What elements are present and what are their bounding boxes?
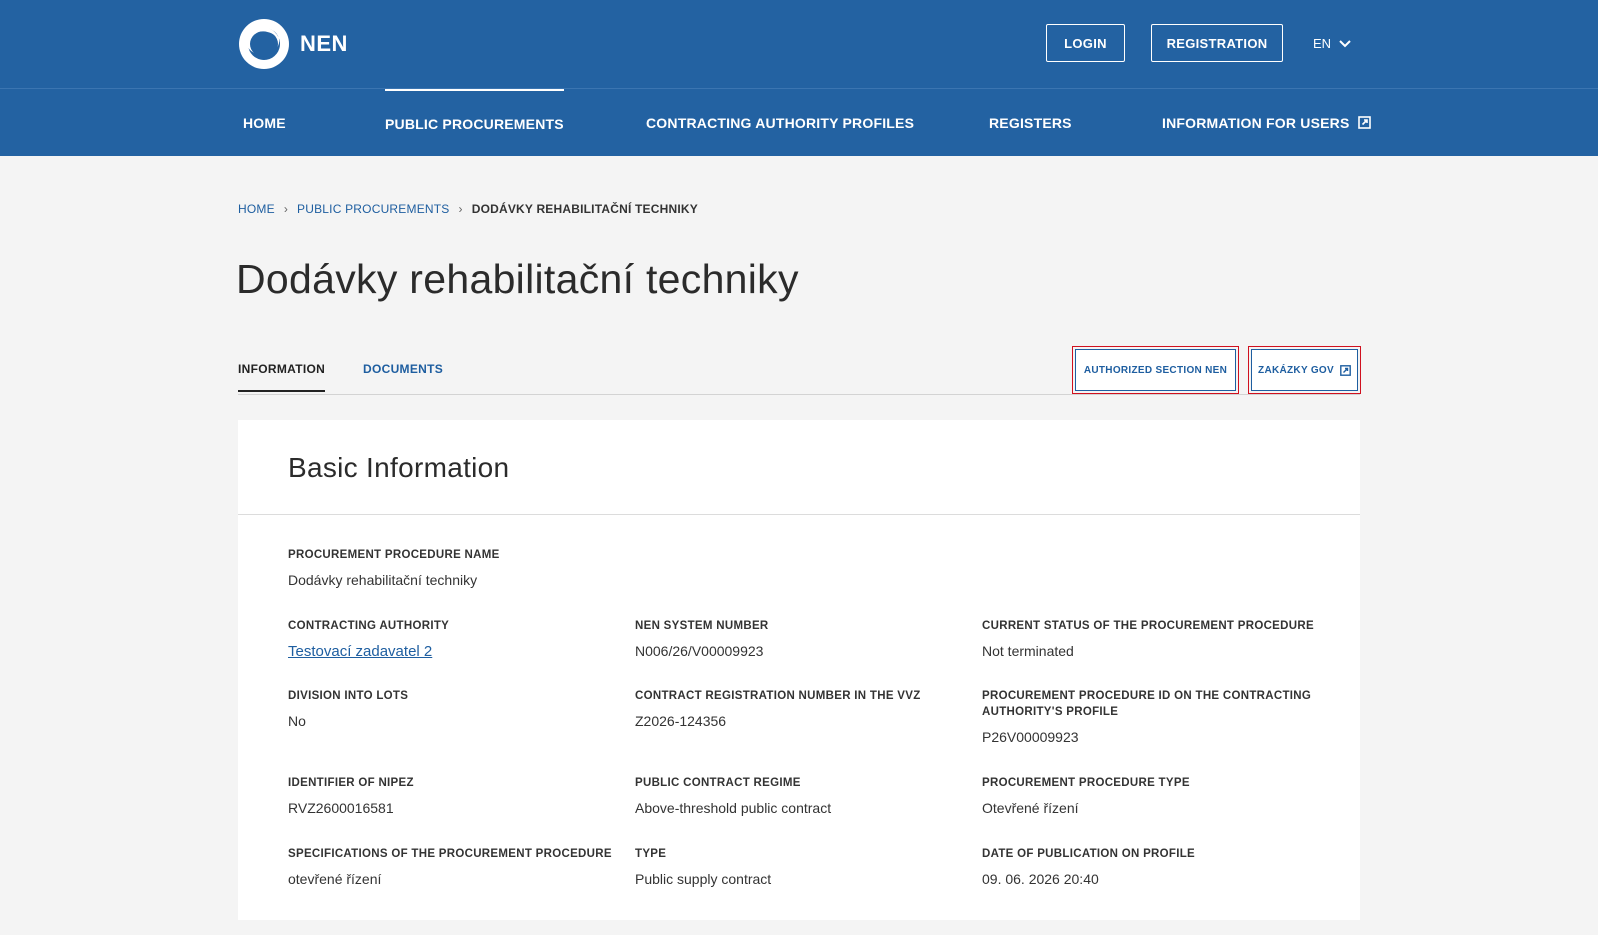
tab-information[interactable]: INFORMATION [238,362,326,392]
field-label: PROCUREMENT PROCEDURE ID ON THE CONTRACT… [982,690,1312,718]
authorized-section-button[interactable]: AUTHORIZED SECTION NEN [1072,346,1239,394]
authorized-section-label: AUTHORIZED SECTION NEN [1083,364,1228,376]
field-label: DIVISION INTO LOTS [288,690,409,702]
field-publication-date: DATE OF PUBLICATION ON PROFILE 09. 06. 2… [982,846,1322,887]
field-procedure-type: PROCUREMENT PROCEDURE TYPE Otevřené říze… [982,775,1322,816]
field-label: CONTRACTING AUTHORITY [288,620,450,632]
basic-information-card: Basic Information PROCUREMENT PROCEDURE … [238,420,1360,920]
field-procedure-id-profile: PROCUREMENT PROCEDURE ID ON THE CONTRACT… [982,688,1322,745]
nav-item-public-procurements[interactable]: PUBLIC PROCUREMENTS [385,89,564,156]
field-value: N006/26/V00009923 [635,643,764,659]
main-navigation: HOME PUBLIC PROCUREMENTS CONTRACTING AUT… [0,88,1598,156]
page-title: Dodávky rehabilitační techniky [236,256,799,302]
field-identifier-nipez: IDENTIFIER OF NIPEZ RVZ2600016581 [288,775,618,816]
zakazky-gov-label: ZAKÁZKY GOV [1258,364,1334,376]
card-title: Basic Information [288,452,510,483]
language-selector[interactable]: EN [1313,36,1351,51]
field-label: PROCUREMENT PROCEDURE NAME [288,549,500,561]
chevron-right-icon: › [283,202,289,216]
field-value: 09. 06. 2026 20:40 [982,871,1099,887]
nav-item-home[interactable]: HOME [243,89,286,156]
breadcrumb-current: DODÁVKY REHABILITAČNÍ TECHNIKY [471,202,698,216]
nen-logo[interactable]: NEN [238,18,348,70]
field-division-into-lots: DIVISION INTO LOTS No [288,688,618,729]
contracting-authority-link[interactable]: Testovací zadavatel 2 [288,643,618,660]
breadcrumb-public-procurements[interactable]: PUBLIC PROCUREMENTS [297,202,450,216]
field-contract-regime: PUBLIC CONTRACT REGIME Above-threshold p… [635,775,965,816]
field-procedure-name: PROCUREMENT PROCEDURE NAME Dodávky rehab… [288,547,988,588]
field-value: Not terminated [982,643,1074,659]
zakazky-gov-button[interactable]: ZAKÁZKY GOV [1248,346,1361,394]
field-value: P26V00009923 [982,729,1079,745]
top-header: NEN LOGIN REGISTRATION EN [0,0,1598,88]
field-label: PROCUREMENT PROCEDURE TYPE [982,777,1190,789]
tab-documents[interactable]: DOCUMENTS [363,362,443,390]
language-label: EN [1313,36,1332,51]
field-value: Dodávky rehabilitační techniky [288,572,478,588]
logo-text: NEN [300,31,348,56]
chevron-down-icon [1339,39,1351,47]
field-value: otevřené řízení [288,871,382,887]
field-value: Otevřené řízení [982,800,1079,816]
field-value: Public supply contract [635,871,772,887]
field-label: TYPE [635,848,667,860]
field-type: TYPE Public supply contract [635,846,965,887]
field-value: Z2026-124356 [635,713,727,729]
field-contract-registration: CONTRACT REGISTRATION NUMBER IN THE VVZ … [635,688,965,729]
registration-button[interactable]: REGISTRATION [1151,24,1283,62]
field-nen-system-number: NEN SYSTEM NUMBER N006/26/V00009923 [635,618,965,659]
field-label: CURRENT STATUS OF THE PROCUREMENT PROCED… [982,620,1314,632]
field-value: Above-threshold public contract [635,800,832,816]
card-divider [238,514,1360,515]
chevron-right-icon: › [458,202,463,216]
field-value: No [288,713,306,729]
field-label: IDENTIFIER OF NIPEZ [288,777,414,789]
field-label: CONTRACT REGISTRATION NUMBER IN THE VVZ [635,690,921,702]
nav-item-information-for-users[interactable]: INFORMATION FOR USERS [1162,89,1371,156]
nen-logo-icon [239,19,289,69]
field-current-status: CURRENT STATUS OF THE PROCUREMENT PROCED… [982,618,1322,659]
field-contracting-authority: CONTRACTING AUTHORITY Testovací zadavate… [288,618,618,660]
external-link-icon [1340,364,1351,376]
nav-item-registers[interactable]: REGISTERS [989,89,1072,156]
field-label: SPECIFICATIONS OF THE PROCUREMENT PROCED… [288,848,612,860]
breadcrumb-home[interactable]: HOME [238,202,275,216]
field-label: PUBLIC CONTRACT REGIME [635,777,801,789]
field-value: RVZ2600016581 [288,800,394,816]
field-specifications: SPECIFICATIONS OF THE PROCUREMENT PROCED… [288,846,618,887]
login-button[interactable]: LOGIN [1046,24,1125,62]
nav-item-contracting-authority-profiles[interactable]: CONTRACTING AUTHORITY PROFILES [646,89,914,156]
external-link-icon [1357,116,1371,129]
field-label: DATE OF PUBLICATION ON PROFILE [982,848,1196,860]
breadcrumb: HOME › PUBLIC PROCUREMENTS › DODÁVKY REH… [238,202,698,216]
field-label: NEN SYSTEM NUMBER [635,620,769,632]
nav-item-label: INFORMATION FOR USERS [1162,114,1350,131]
